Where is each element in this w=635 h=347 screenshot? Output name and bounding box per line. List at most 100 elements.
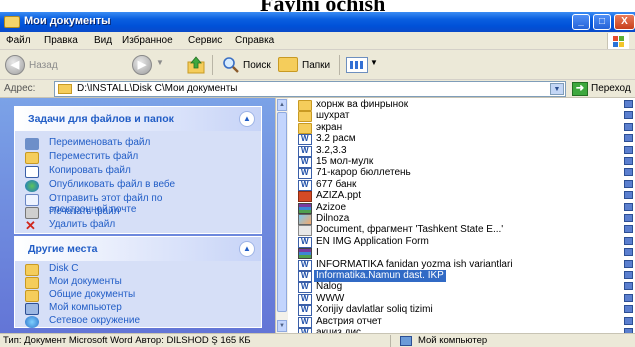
powerpoint-icon <box>298 191 312 203</box>
clipped-file-icon[interactable] <box>624 259 633 268</box>
menu-view[interactable]: Вид <box>94 35 112 46</box>
status-location: Мой компьютер <box>418 335 488 346</box>
file-name: экран <box>316 121 343 133</box>
file-tasks-title: Задачи для файлов и папок <box>28 113 174 125</box>
clipped-file-icon[interactable] <box>624 316 633 325</box>
file-name: 3.2,3.3 <box>316 144 347 156</box>
address-bar: Адрес: D:\INSTALL\Disk C\Мои документы ▼… <box>0 80 635 98</box>
menu-favorites[interactable]: Избранное <box>122 35 173 46</box>
clipped-file-icon[interactable] <box>624 293 633 302</box>
maximize-button[interactable]: □ <box>593 14 611 30</box>
file-name: AZIZA.ppt <box>316 190 362 202</box>
move-icon <box>25 152 39 164</box>
clipped-file-icon[interactable] <box>624 202 633 211</box>
folder-icon <box>58 84 72 94</box>
menu-tools[interactable]: Сервис <box>188 35 222 46</box>
file-name: 3.2 расм <box>316 133 356 145</box>
collapse-chevron-icon[interactable]: ▲ <box>239 241 255 257</box>
folders-button-label[interactable]: Папки <box>302 60 330 71</box>
folder-icon <box>25 290 39 302</box>
clipped-file-icon[interactable] <box>624 179 633 188</box>
task-label: Удалить файл <box>49 219 116 230</box>
word-document-icon <box>298 282 312 294</box>
file-list: хорнж ва финрынокшухратэкран3.2 расм3.2,… <box>288 98 635 333</box>
window-title: Мои документы <box>24 15 111 27</box>
file-name: Nalog <box>316 281 343 293</box>
clipped-file-icon[interactable] <box>624 100 633 108</box>
clipped-file-icon[interactable] <box>624 122 633 131</box>
clipped-file-icon[interactable] <box>624 168 633 177</box>
task-pane-scrollbar[interactable]: ▲ ▼ <box>275 98 288 333</box>
file-tasks-header[interactable]: Задачи для файлов и папок ▲ <box>15 107 261 131</box>
place-label: Disk C <box>49 263 79 274</box>
document-icon <box>298 225 312 237</box>
minimize-button[interactable]: _ <box>572 14 590 30</box>
clipped-file-icon[interactable] <box>624 157 633 165</box>
file-name: I <box>316 247 319 259</box>
archive-icon <box>298 202 312 214</box>
clipped-file-icon[interactable] <box>624 225 633 234</box>
other-places-header[interactable]: Другие места ▲ <box>15 237 261 261</box>
word-document-icon <box>298 271 312 282</box>
place-label: Мои документы <box>49 276 122 287</box>
views-dropdown-icon[interactable]: ▼ <box>370 58 378 67</box>
file-name: Xorijiy davlatlar soliq tizimi <box>316 304 433 316</box>
email-icon <box>25 194 39 206</box>
file-name: 677 банк <box>316 178 357 190</box>
clipped-file-icon[interactable] <box>624 111 633 120</box>
scrollbar-thumb[interactable] <box>277 112 287 312</box>
go-arrow-icon[interactable]: ➜ <box>572 82 588 96</box>
windows-logo-icon <box>607 33 629 49</box>
address-input[interactable]: D:\INSTALL\Disk C\Мои документы ▼ <box>54 81 566 97</box>
file-name: 71-карор бюллетень <box>316 167 411 179</box>
collapse-chevron-icon[interactable]: ▲ <box>239 111 255 127</box>
clipped-file-icon[interactable] <box>624 236 633 245</box>
word-document-icon <box>298 179 312 191</box>
close-button[interactable]: X <box>614 14 635 30</box>
rename-icon <box>25 138 39 150</box>
word-document-icon <box>298 293 312 305</box>
search-button-label[interactable]: Поиск <box>243 60 271 71</box>
search-icon[interactable] <box>222 56 240 74</box>
file-name: шухрат <box>316 110 350 122</box>
toolbar-separator <box>212 55 213 75</box>
network-icon <box>25 316 39 328</box>
clipped-file-icon[interactable] <box>624 305 633 314</box>
forward-arrow-icon[interactable]: ▶ <box>132 55 152 75</box>
folders-icon[interactable] <box>278 57 298 72</box>
scroll-down-icon[interactable]: ▼ <box>277 320 287 332</box>
web-publish-icon <box>25 180 39 192</box>
clipped-file-icon[interactable] <box>624 134 633 143</box>
back-arrow-icon[interactable]: ◀ <box>5 55 25 75</box>
clipped-file-icon[interactable] <box>624 271 633 279</box>
task-pane: Задачи для файлов и папок ▲ Переименоват… <box>0 98 275 333</box>
menu-bar: Файл Правка Вид Избранное Сервис Справка <box>0 32 635 50</box>
clipped-file-icon[interactable] <box>624 214 633 222</box>
title-bar[interactable]: Мои документы _ □ X <box>0 12 635 32</box>
address-label: Адрес: <box>4 83 36 94</box>
menu-edit[interactable]: Правка <box>44 35 78 46</box>
menu-help[interactable]: Справка <box>235 35 274 46</box>
clipped-file-icon[interactable] <box>624 191 633 200</box>
forward-dropdown-icon[interactable]: ▼ <box>156 58 164 67</box>
folder-icon <box>298 122 312 134</box>
word-document-icon <box>298 157 312 168</box>
clipped-file-icon[interactable] <box>624 282 633 291</box>
address-dropdown-icon[interactable]: ▼ <box>550 83 564 95</box>
clipped-file-icon[interactable] <box>624 248 633 257</box>
clipped-file-icon[interactable] <box>624 145 633 154</box>
image-icon <box>298 214 312 225</box>
place-label: Мой компьютер <box>49 302 122 313</box>
scroll-up-icon[interactable]: ▲ <box>277 99 287 111</box>
computer-icon <box>400 336 412 346</box>
status-file-info: Тип: Документ Microsoft Word Автор: DILS… <box>3 335 251 346</box>
folder-up-icon[interactable] <box>187 56 205 74</box>
computer-icon <box>25 303 39 315</box>
word-document-icon <box>298 168 312 180</box>
views-icon[interactable] <box>346 57 368 73</box>
back-button-label[interactable]: Назад <box>29 60 58 71</box>
folder-icon <box>25 277 39 289</box>
go-button-label[interactable]: Переход <box>591 83 631 94</box>
menu-file[interactable]: Файл <box>6 35 31 46</box>
task-label: Опубликовать файл в вебе <box>49 179 176 190</box>
